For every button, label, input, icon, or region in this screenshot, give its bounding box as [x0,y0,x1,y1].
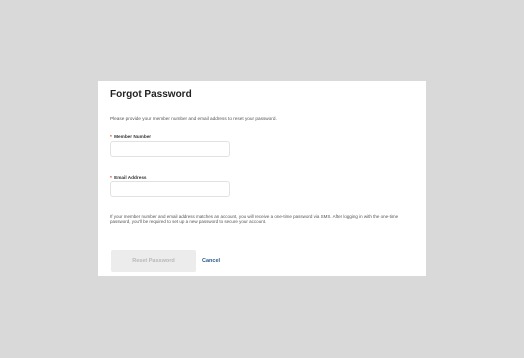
email-address-label-text: Email Address [114,175,147,180]
info-text: If your member number and email address … [110,214,399,225]
required-marker: * [110,134,112,139]
member-number-label-text: Member Number [114,134,152,139]
forgot-password-dialog: Forgot Password Please provide your memb… [98,81,426,276]
dialog-title: Forgot Password [110,89,192,100]
reset-password-button[interactable]: Reset Password [111,250,196,272]
cancel-button[interactable]: Cancel [202,255,220,267]
email-address-label: * Email Address [110,175,147,180]
required-marker: * [110,175,112,180]
email-address-input[interactable] [110,181,230,197]
member-number-label: * Member Number [110,134,151,139]
instruction-text: Please provide your member number and em… [110,116,277,121]
member-number-input[interactable] [110,141,230,157]
